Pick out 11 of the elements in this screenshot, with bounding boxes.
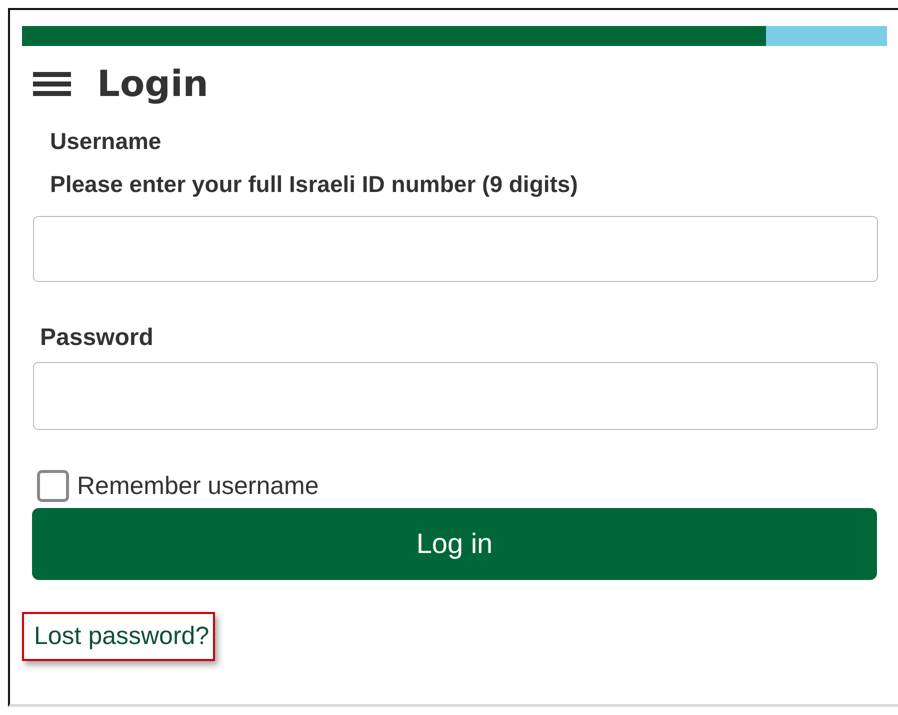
page-title: Login bbox=[97, 64, 208, 104]
remember-label[interactable]: Remember username bbox=[77, 472, 319, 500]
password-label: Password bbox=[40, 324, 154, 352]
remember-checkbox[interactable] bbox=[37, 470, 69, 502]
menu-icon[interactable] bbox=[33, 72, 71, 96]
username-label: Username bbox=[50, 128, 162, 155]
login-button[interactable]: Log in bbox=[32, 508, 877, 580]
username-field[interactable] bbox=[33, 216, 878, 282]
lost-password-link[interactable]: Lost password? bbox=[22, 612, 216, 661]
password-field[interactable] bbox=[33, 362, 878, 430]
username-hint: Please enter your full Israeli ID number (9 digits) bbox=[50, 171, 579, 198]
